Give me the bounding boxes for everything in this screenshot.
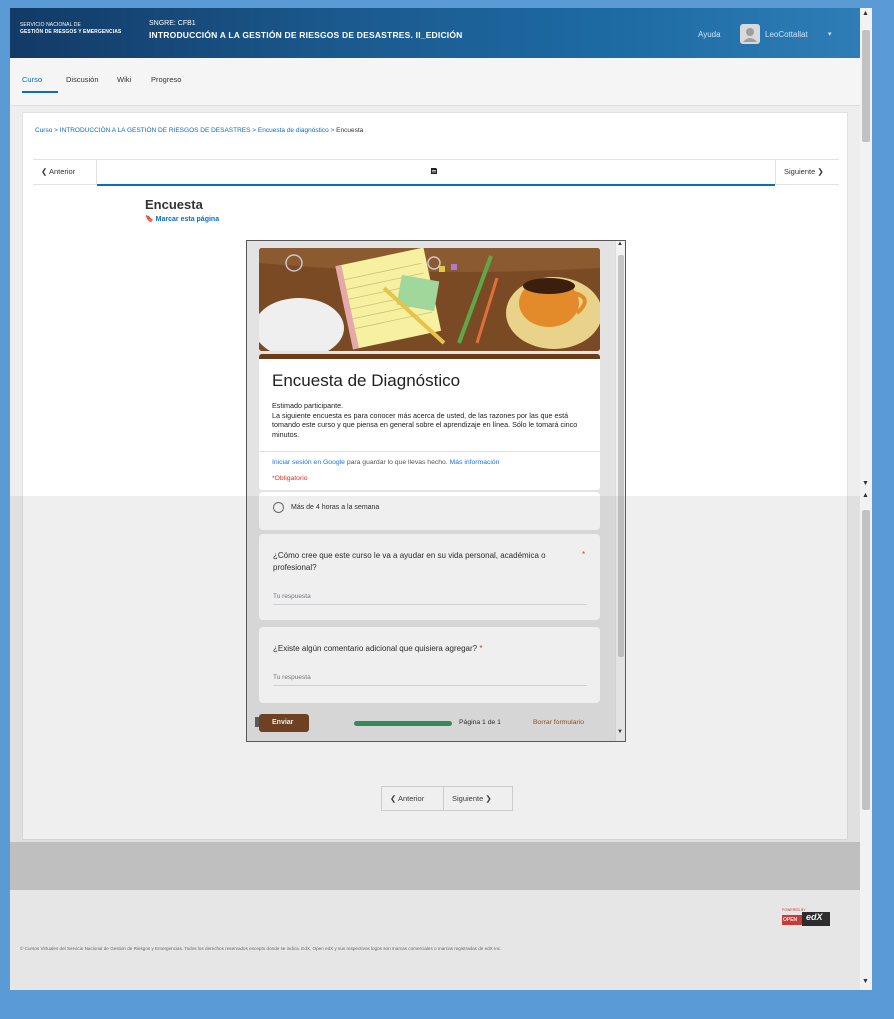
answer-input-1[interactable]: Tu respuesta (273, 593, 587, 605)
form-header-image (259, 248, 600, 351)
breadcrumb-item-curso[interactable]: Curso (35, 127, 52, 134)
signin-text: para guardar lo que llevas hecho. (346, 459, 448, 466)
form-progress-bar (354, 721, 452, 726)
signin-notice: Iniciar sesión en Google para guardar lo… (272, 459, 499, 466)
form-footer: Enviar Página 1 de 1 Borrar formulario (247, 707, 615, 741)
scrollbar-thumb[interactable] (618, 255, 624, 657)
tab-curso[interactable]: Curso (22, 75, 42, 84)
divider (259, 451, 600, 452)
document-icon[interactable] (430, 167, 438, 177)
required-asterisk: * (582, 550, 586, 559)
answer-input-2[interactable]: Tu respuesta (273, 674, 587, 686)
tab-wiki[interactable]: Wiki (117, 75, 131, 84)
bottom-prev-button[interactable]: ❮ Anterior (382, 787, 444, 810)
user-avatar-icon (743, 28, 757, 42)
scroll-up-arrow-icon[interactable]: ▲ (862, 492, 869, 499)
open-edx-logo[interactable]: POWERED BY OPEN edX (782, 908, 830, 928)
question-2-text: ¿Existe algún comentario adicional que q… (273, 643, 573, 655)
course-content: Curso > INTRODUCCIÓN A LA GESTIÓN DE RIE… (22, 112, 848, 840)
breadcrumb-separator: > (252, 127, 257, 134)
breadcrumb-separator: > (330, 127, 335, 134)
form-header-card: Encuesta de Diagnóstico Estimado partici… (259, 354, 600, 490)
more-info-link[interactable]: Más información (450, 459, 500, 466)
sequence-next-label: Siguiente (784, 167, 816, 176)
question-1-text: ¿Cómo cree que este curso le va a ayudar… (273, 551, 546, 572)
chevron-right-icon: ❯ (485, 794, 492, 803)
page-scrollbar-top[interactable]: ▲ ▼ (860, 8, 872, 490)
breadcrumb-current: Encuesta (336, 127, 364, 134)
open-badge: OPEN (782, 915, 802, 925)
course-title: INTRODUCCIÓN A LA GESTIÓN DE RIESGOS DE … (149, 30, 463, 40)
sequence-prev-label: Anterior (48, 167, 76, 176)
google-form-iframe[interactable]: Encuesta de Diagnóstico Estimado partici… (246, 240, 626, 742)
scrollbar-thumb[interactable] (862, 510, 870, 810)
username[interactable]: LeoCottallat (765, 30, 808, 39)
footer-spacer (10, 842, 860, 890)
bottom-next-button[interactable]: Siguiente ❯ (444, 787, 512, 810)
scroll-up-arrow-icon[interactable]: ▲ (862, 10, 869, 17)
scrollbar-thumb[interactable] (862, 30, 870, 142)
form-description-line2: La siguiente encuesta es para conocer má… (272, 410, 578, 439)
unit-title: Encuesta (145, 197, 203, 212)
scroll-down-arrow-icon[interactable]: ▼ (617, 729, 623, 735)
bookmark-button[interactable]: 🔖 Marcar esta página (145, 215, 219, 223)
copyright-text: © Cursos Virtuales del Servicio Nacional… (20, 946, 502, 951)
form-title: Encuesta de Diagnóstico (272, 371, 461, 390)
tab-progreso[interactable]: Progreso (151, 75, 181, 84)
active-tab-indicator (22, 91, 58, 93)
chevron-left-icon: ❮ (390, 794, 397, 803)
google-signin-link[interactable]: Iniciar sesión en Google (272, 459, 345, 466)
chevron-left-icon: ❮ (41, 167, 48, 176)
help-link[interactable]: Ayuda (698, 30, 721, 39)
scroll-up-arrow-icon[interactable]: ▲ (617, 241, 623, 247)
course-tabs: Curso Discusión Wiki Progreso (10, 58, 860, 106)
sequence-prev-button[interactable]: ❮ Anterior (33, 160, 97, 184)
bookmark-label: Marcar esta página (155, 216, 220, 223)
radio-button[interactable] (273, 502, 284, 513)
page-indicator: Página 1 de 1 (459, 719, 501, 726)
clear-form-button[interactable]: Borrar formulario (533, 719, 584, 726)
bottom-prev-label: Anterior (397, 794, 425, 803)
bookmark-icon: 🔖 (145, 216, 154, 223)
question-card-1: ¿Cómo cree que este curso le va a ayudar… (259, 534, 600, 620)
breadcrumb-item-section[interactable]: Encuesta de diagnóstico (258, 127, 329, 134)
active-unit-indicator (97, 184, 775, 186)
radio-question-card: Más de 4 horas a la semana (259, 492, 600, 530)
site-header: SERVICIO NACIONAL DE GESTIÓN DE RIESGOS … (10, 8, 860, 58)
chevron-right-icon: ❯ (817, 167, 824, 176)
course-code: SNGRE: CFB1 (149, 20, 196, 27)
org-line2: GESTIÓN DE RIESGOS Y EMERGENCIAS (20, 29, 122, 35)
browser-viewport: SERVICIO NACIONAL DE GESTIÓN DE RIESGOS … (10, 8, 860, 990)
org-logo[interactable]: SERVICIO NACIONAL DE GESTIÓN DE RIESGOS … (20, 22, 121, 36)
form-description: Estimado participante. La siguiente encu… (272, 401, 592, 439)
bottom-next-label: Siguiente (452, 794, 484, 803)
form-description-line1: Estimado participante. (272, 401, 344, 410)
iframe-scrollbar[interactable]: ▲ ▼ (615, 241, 625, 741)
breadcrumb-separator: > (54, 127, 58, 134)
edx-wordmark: edX (802, 912, 830, 926)
sequence-next-button[interactable]: Siguiente ❯ (775, 160, 839, 184)
submit-button[interactable]: Enviar (259, 714, 309, 732)
scroll-down-arrow-icon[interactable]: ▼ (862, 978, 869, 985)
org-line1: SERVICIO NACIONAL DE (20, 22, 81, 28)
breadcrumb: Curso > INTRODUCCIÓN A LA GESTIÓN DE RIE… (35, 127, 363, 134)
sequence-nav: ❮ Anterior Siguiente ❯ (33, 159, 839, 186)
chevron-down-icon[interactable]: ▾ (828, 30, 832, 38)
radio-option-label[interactable]: Más de 4 horas a la semana (291, 504, 379, 511)
question-2-label: ¿Existe algún comentario adicional que q… (273, 644, 478, 653)
page-scrollbar-bottom[interactable]: ▲ ▼ (860, 490, 872, 990)
required-note: *Obligatorio (272, 475, 308, 482)
tab-discusion[interactable]: Discusión (66, 75, 99, 84)
avatar[interactable] (740, 24, 760, 44)
scroll-down-arrow-icon[interactable]: ▼ (862, 480, 869, 487)
required-asterisk: * (479, 644, 483, 653)
breadcrumb-item-course[interactable]: INTRODUCCIÓN A LA GESTIÓN DE RIESGOS DE … (60, 127, 251, 134)
question-card-2: ¿Existe algún comentario adicional que q… (259, 627, 600, 703)
bottom-sequence-nav: ❮ Anterior Siguiente ❯ (381, 786, 513, 811)
site-footer: POWERED BY OPEN edX © Cursos Virtuales d… (10, 890, 860, 990)
